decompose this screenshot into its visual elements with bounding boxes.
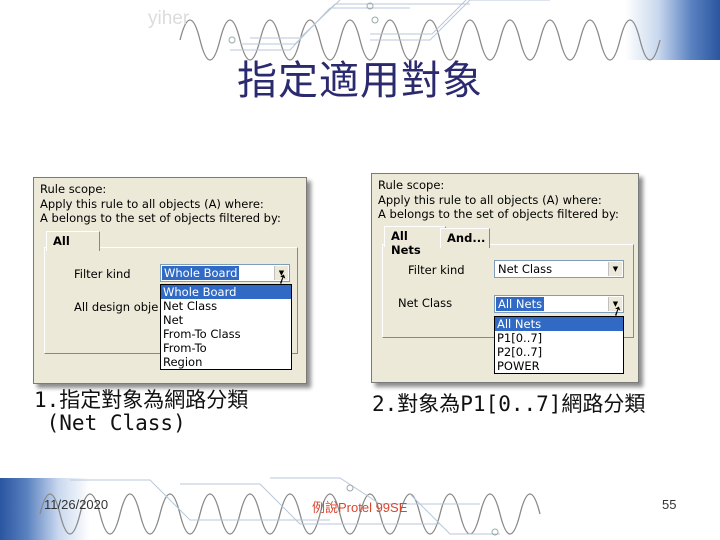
filter-kind-label: Filter kind xyxy=(74,267,131,281)
dropdown-option[interactable]: Net Class xyxy=(161,299,291,313)
dropdown-option[interactable]: Whole Board xyxy=(161,285,291,299)
net-class-select[interactable]: All Nets ▼ xyxy=(494,295,624,313)
scope-line: Rule scope: xyxy=(378,178,445,192)
rule-scope-text: Rule scope: Apply this rule to all objec… xyxy=(378,178,619,222)
net-class-value: All Nets xyxy=(496,297,545,311)
dropdown-arrow-icon[interactable]: ▼ xyxy=(608,262,622,276)
caption-left: 1.指定對象為網路分類 (Net Class) xyxy=(34,389,248,435)
dropdown-option[interactable]: P1[0..7] xyxy=(495,331,623,345)
filter-kind-select[interactable]: Net Class ▼ xyxy=(494,260,624,278)
caption-right: 2.對象為P1[0..7]網路分類 xyxy=(372,392,646,416)
filter-kind-label: Filter kind xyxy=(408,263,465,277)
footer-title: 例說Protel 99SE xyxy=(312,500,408,515)
scope-line: Apply this rule to all objects (A) where… xyxy=(40,196,264,211)
dropdown-option[interactable]: From-To xyxy=(161,341,291,355)
scope-line: Rule scope: xyxy=(40,182,107,196)
dropdown-option[interactable]: All Nets xyxy=(495,317,623,331)
scope-line: A belongs to the set of objects filtered… xyxy=(40,211,281,225)
filter-kind-value: Net Class xyxy=(498,262,553,276)
tab-all[interactable]: All xyxy=(46,231,100,251)
dropdown-option[interactable]: Region xyxy=(161,355,291,369)
caption-left-line1: 1.指定對象為網路分類 xyxy=(34,388,249,412)
net-class-label: Net Class xyxy=(398,296,453,310)
slide-title: 指定適用對象 xyxy=(237,58,483,104)
page-number: 55 xyxy=(662,497,677,512)
footer-date: 11/26/2020 xyxy=(44,497,109,512)
filter-kind-select[interactable]: Whole Board ▼ xyxy=(160,264,290,282)
filter-kind-value: Whole Board xyxy=(162,266,240,280)
net-class-dropdown: All Nets P1[0..7] P2[0..7] POWER xyxy=(494,316,624,374)
filter-kind-dropdown: Whole Board Net Class Net From-To Class … xyxy=(160,284,292,370)
tab-and[interactable]: And... xyxy=(440,228,490,248)
caption-left-line2: (Net Class) xyxy=(34,411,186,435)
dropdown-option[interactable]: P2[0..7] xyxy=(495,345,623,359)
header-watermark: yiher xyxy=(148,8,190,29)
rule-scope-dialog-left: Rule scope: Apply this rule to all objec… xyxy=(33,177,307,384)
dropdown-option[interactable]: From-To Class xyxy=(161,327,291,341)
dropdown-option[interactable]: POWER xyxy=(495,359,623,373)
scope-line: A belongs to the set of objects filtered… xyxy=(378,207,619,221)
rule-scope-text: Rule scope: Apply this rule to all objec… xyxy=(40,182,281,226)
all-design-objects-label: All design obje xyxy=(74,300,159,314)
rule-scope-dialog-right: Rule scope: Apply this rule to all objec… xyxy=(371,173,639,383)
scope-line: Apply this rule to all objects (A) where… xyxy=(378,192,602,207)
tab-all-nets[interactable]: All Nets xyxy=(384,226,446,257)
dropdown-option[interactable]: Net xyxy=(161,313,291,327)
